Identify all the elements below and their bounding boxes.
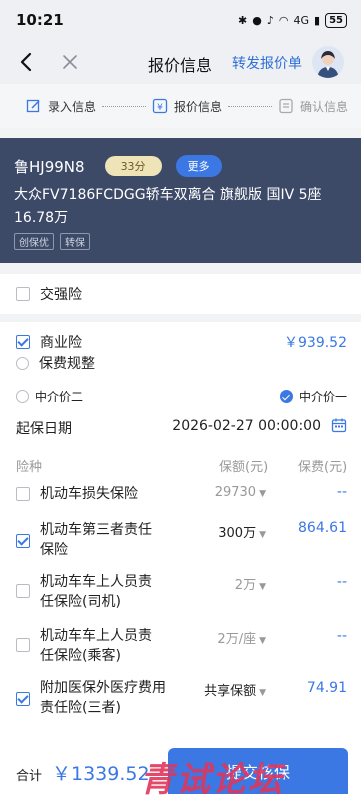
column-header-fee: 保费(元): [298, 460, 348, 475]
step-indicator: 录入信息 ¥ 报价信息 确认信息: [0, 84, 361, 128]
wifi-icon: ◠: [278, 13, 289, 27]
battery-icon: 55: [325, 12, 347, 28]
insurance-row: 机动车第三者责任保险 300万 ▼ 864.61: [0, 518, 361, 562]
option-agent-price-1[interactable]: 中介价一: [279, 388, 347, 405]
compulsory-label: 交强险: [40, 287, 82, 303]
chevron-down-icon: ▼: [259, 636, 266, 646]
compulsory-insurance-row[interactable]: 交强险: [0, 274, 361, 314]
page-title: 报价信息: [148, 56, 213, 75]
insurance-checkbox[interactable]: [16, 487, 30, 501]
commercial-insurance-section: 商业险 ￥939.52 保费规整 中介价二 中介价一 起保日期 2026-02-…: [0, 322, 361, 800]
radio-agent-price-1[interactable]: [279, 390, 293, 403]
vehicle-card: 鲁HJ99N8 33分 更多 大众FV7186FCDGG轿车双离合 旗舰版 国I…: [0, 138, 361, 263]
insurance-name: 机动车第三者责任保险: [40, 522, 152, 558]
step-input: 录入信息: [26, 98, 96, 115]
insurance-amount: 2万/座: [217, 632, 257, 647]
price-icon: ¥: [152, 98, 168, 114]
start-date-label: 起保日期: [16, 421, 72, 437]
license-plate: 鲁HJ99N8: [14, 157, 85, 176]
insurance-checkbox[interactable]: [16, 692, 30, 706]
option-label: 中介价一: [298, 390, 347, 404]
insurance-amount-select[interactable]: 29730 ▼: [215, 485, 266, 500]
status-bar: 10:21 ✱ ● ♪ ◠ 4G ▮ 55: [0, 0, 361, 40]
step-confirm: 确认信息: [278, 98, 348, 115]
more-button[interactable]: 更多: [175, 155, 222, 177]
insurance-checkbox[interactable]: [16, 584, 30, 598]
commercial-label: 商业险: [40, 335, 82, 351]
insurance-row: 机动车车上人员责任保险(司机) 2万 ▼ --: [0, 572, 361, 616]
vehicle-tag: 转保: [60, 233, 90, 250]
column-header-type: 险种: [16, 460, 43, 475]
insurance-name: 机动车车上人员责任保险(乘客): [40, 628, 152, 664]
svg-text:¥: ¥: [157, 103, 163, 113]
premium-adjust-label: 保费规整: [39, 356, 95, 372]
document-icon: [279, 98, 293, 114]
chevron-down-icon: ▼: [259, 530, 266, 540]
step-label: 确认信息: [300, 99, 349, 114]
insurance-amount-select[interactable]: 2万 ▼: [235, 574, 266, 593]
vehicle-tag: 创保优: [14, 233, 54, 250]
watermark: 青试论坛: [140, 760, 284, 800]
insurance-amount: 共享保额: [204, 684, 257, 699]
compulsory-checkbox[interactable]: [16, 287, 30, 301]
status-icons: ✱ ● ♪ ◠ 4G ▮ 55: [238, 12, 347, 28]
option-agent-price-2[interactable]: 中介价二: [16, 388, 83, 405]
radio-agent-price-2[interactable]: [16, 390, 29, 403]
insurance-fee: --: [336, 628, 347, 644]
commercial-total: ￥939.52: [284, 335, 347, 351]
calendar-icon[interactable]: [331, 417, 347, 433]
insurance-fee: 74.91: [306, 680, 347, 696]
step-quote: ¥ 报价信息: [152, 98, 222, 115]
insurance-name: 附加医保外医疗费用责任险(三者): [40, 680, 166, 716]
total-label: 合计: [16, 769, 43, 784]
insurance-amount-select[interactable]: 2万/座 ▼: [217, 628, 266, 647]
vehicle-price: 16.78万: [14, 210, 69, 226]
chevron-down-icon: ▼: [259, 489, 266, 499]
avatar[interactable]: [312, 46, 344, 78]
location-icon: ●: [252, 13, 262, 27]
chevron-down-icon: ▼: [259, 688, 266, 698]
signal-icon: ▮: [314, 13, 321, 27]
bluetooth-icon: ✱: [238, 13, 248, 27]
nav-bar: 报价信息 转发报价单: [0, 40, 361, 84]
status-time: 10:21: [16, 11, 64, 29]
insurance-fee: --: [336, 484, 347, 500]
score-badge: 33分: [104, 156, 162, 176]
insurance-fee: --: [336, 574, 347, 590]
close-icon[interactable]: [60, 52, 80, 72]
forward-quote-link[interactable]: 转发报价单: [232, 53, 302, 73]
mute-icon: ♪: [266, 13, 274, 27]
commercial-checkbox[interactable]: [16, 335, 30, 349]
step-label: 录入信息: [48, 99, 97, 114]
step-divider: [228, 105, 273, 107]
insurance-row: 机动车车上人员责任保险(乘客) 2万/座 ▼ --: [0, 626, 361, 670]
insurance-name: 机动车损失保险: [40, 486, 138, 502]
insurance-amount: 300万: [218, 526, 257, 541]
step-divider: [102, 105, 147, 107]
option-label: 中介价二: [35, 390, 84, 404]
column-header-amount: 保额(元): [219, 460, 269, 475]
insurance-amount: 2万: [234, 578, 257, 593]
vehicle-model: 大众FV7186FCDGG轿车双离合 旗舰版 国IV 5座: [14, 187, 322, 203]
step-label: 报价信息: [174, 99, 223, 114]
insurance-name: 机动车车上人员责任保险(司机): [40, 574, 152, 610]
insurance-fee: 864.61: [298, 520, 347, 536]
chevron-down-icon: ▼: [259, 582, 266, 592]
insurance-row: 机动车损失保险 29730 ▼ --: [0, 482, 361, 506]
total-value: ￥1339.52: [52, 763, 150, 785]
start-date-value[interactable]: 2026-02-27 00:00:00: [172, 418, 321, 434]
insurance-amount-select[interactable]: 300万 ▼: [218, 522, 266, 541]
edit-icon: [26, 99, 40, 113]
network-label: 4G: [293, 13, 310, 27]
insurance-amount-select[interactable]: 共享保额 ▼: [204, 680, 266, 699]
insurance-checkbox[interactable]: [16, 534, 30, 548]
back-icon[interactable]: [16, 50, 38, 74]
insurance-amount: 29730: [214, 485, 257, 500]
premium-adjust-radio[interactable]: [16, 356, 29, 370]
insurance-row: 附加医保外医疗费用责任险(三者) 共享保额 ▼ 74.91: [0, 678, 361, 722]
insurance-checkbox[interactable]: [16, 638, 30, 652]
